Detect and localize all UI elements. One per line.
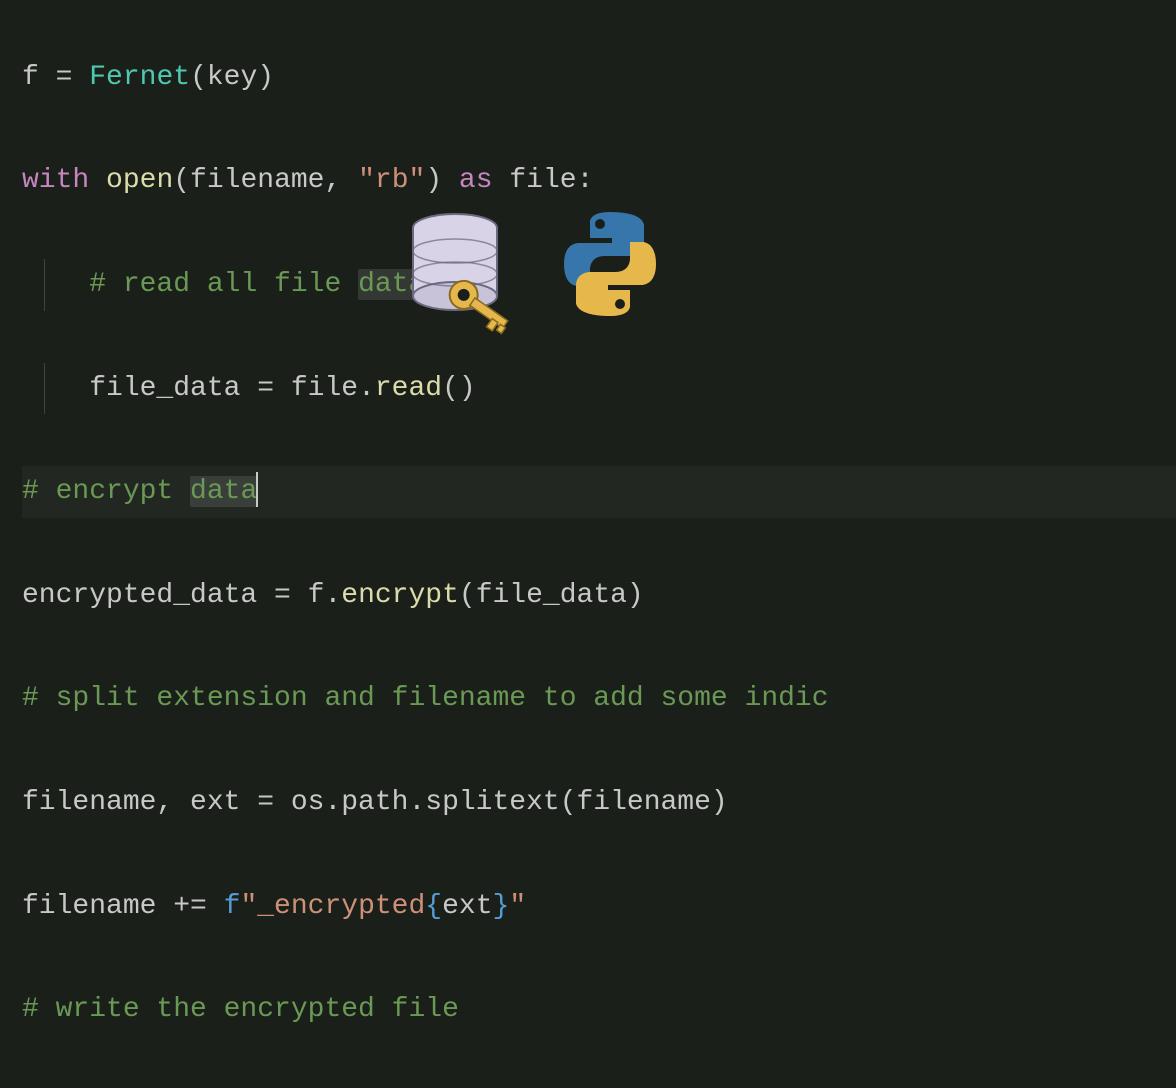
code-line: # split extension and filename to add so… — [22, 673, 1176, 725]
code-line-current: # encrypt data — [22, 466, 1176, 518]
code-line: f = Fernet(key) — [22, 52, 1176, 104]
code-line: filename += f"_encrypted{ext}" — [22, 881, 1176, 933]
class-name: Fernet — [89, 62, 190, 93]
string: "rb" — [358, 165, 425, 196]
code-line: with open(filename, "rb") as file: — [22, 155, 1176, 207]
fstring-prefix: f — [224, 891, 241, 922]
text-cursor — [256, 472, 258, 507]
identifier: ext — [442, 891, 492, 922]
call-args: (filename, — [173, 165, 358, 196]
comment: # encrypt — [22, 476, 190, 507]
method-call: read — [375, 373, 442, 404]
comment: # write the encrypted file — [22, 994, 459, 1025]
code-line: filename, ext = os.path.splitext(filenam… — [22, 777, 1176, 829]
code-line: file_data = file.read() — [22, 363, 1176, 415]
identifier: f — [22, 62, 39, 93]
identifier: filename, ext = os.path.splitext(filenam… — [22, 787, 728, 818]
builtin-func: open — [106, 165, 173, 196]
identifier: filename += — [22, 891, 224, 922]
word-highlight: data — [190, 476, 257, 507]
indent-guide — [44, 363, 45, 415]
code-line: # write the encrypted file — [22, 984, 1176, 1036]
string: "_encrypted — [240, 891, 425, 922]
method-call: encrypt — [341, 580, 459, 611]
keyword: as — [459, 165, 493, 196]
code-editor[interactable]: f = Fernet(key) with open(filename, "rb"… — [0, 0, 1176, 1088]
word-highlight: data — [358, 269, 425, 300]
keyword: with — [22, 165, 89, 196]
call-args: (key) — [190, 62, 274, 93]
identifier: encrypted_data = f. — [22, 580, 341, 611]
call-args: (file_data) — [459, 580, 644, 611]
identifier: file_data = file. — [89, 373, 375, 404]
indent-guide — [44, 259, 45, 311]
comment: # read all file — [89, 269, 358, 300]
identifier: file — [509, 165, 576, 196]
code-line: # read all file data — [22, 259, 1176, 311]
code-line: encrypted_data = f.encrypt(file_data) — [22, 570, 1176, 622]
operator: = — [39, 62, 89, 93]
comment: # split extension and filename to add so… — [22, 683, 829, 714]
